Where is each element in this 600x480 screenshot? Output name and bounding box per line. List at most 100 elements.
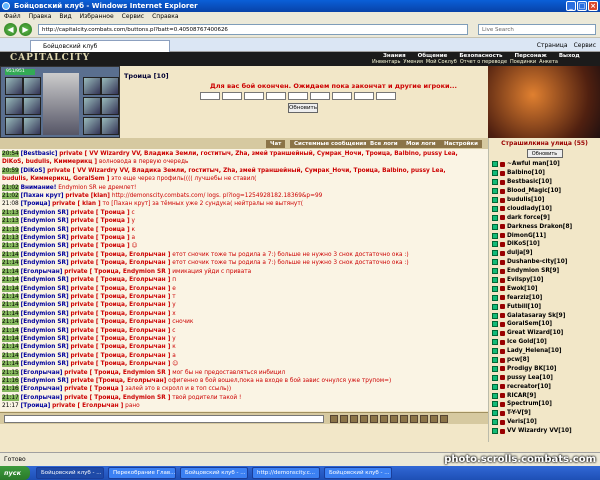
user-list-item[interactable]: dark force[9] (489, 213, 600, 222)
tab-all-logs[interactable]: Все логи (366, 140, 402, 148)
private-message-icon[interactable] (492, 419, 498, 426)
strike-slot[interactable] (222, 92, 242, 100)
user-list-item[interactable]: pussy Lea[10] (489, 373, 600, 382)
private-message-icon[interactable] (492, 268, 498, 275)
chat-nick[interactable]: [Endymion SR] (21, 361, 69, 367)
item-slot[interactable] (23, 77, 41, 95)
tool-icon[interactable] (340, 415, 348, 423)
private-message-icon[interactable] (492, 348, 498, 355)
private-message-icon[interactable] (492, 383, 498, 390)
chat-nick[interactable]: [Endymion SR] (21, 328, 69, 334)
page-menu[interactable]: Страница (537, 41, 568, 50)
user-list-item[interactable]: Veris[10] (489, 418, 600, 427)
chat-nick[interactable]: [Endymion SR] (21, 227, 69, 233)
private-message-icon[interactable] (492, 294, 498, 301)
private-message-icon[interactable] (492, 374, 498, 381)
strike-slot[interactable] (288, 92, 308, 100)
tab-combats[interactable]: Бойцовский клуб (30, 40, 170, 52)
private-message-icon[interactable] (492, 428, 498, 435)
strike-slot[interactable] (354, 92, 374, 100)
subnav-fights[interactable]: Поединки (510, 59, 536, 65)
task-button[interactable]: Бойцовский клуб - ... (324, 467, 392, 479)
private-message-icon[interactable] (492, 410, 498, 417)
item-slot[interactable] (101, 97, 119, 115)
chat-nick[interactable]: [Endymion SR] (21, 336, 69, 342)
private-message-icon[interactable] (492, 250, 498, 257)
chat-nick[interactable]: [Пахан крут] (21, 193, 64, 199)
chat-nick[interactable]: [Endymion SR] (21, 286, 69, 292)
chat-nick[interactable]: [Троица] (21, 201, 51, 207)
private-message-icon[interactable] (492, 312, 498, 319)
strike-slot[interactable] (310, 92, 330, 100)
tab-chat[interactable]: Чат (266, 140, 286, 148)
menu-file[interactable]: Файл (4, 12, 21, 21)
task-button[interactable]: Бойцовский клуб - ... (36, 467, 104, 479)
private-message-icon[interactable] (492, 232, 498, 239)
user-list-item[interactable]: Bestbasic[10] (489, 178, 600, 187)
user-list-item[interactable]: Galatasaray Sk[9] (489, 311, 600, 320)
private-message-icon[interactable] (492, 205, 498, 212)
address-input[interactable]: http://capitalcity.combats.com/buttons.p… (38, 24, 468, 35)
user-list-item[interactable]: Spectrum[10] (489, 400, 600, 409)
tool-icon[interactable] (410, 415, 418, 423)
chat-nick[interactable]: [Endymion SR] (21, 353, 69, 359)
chat-nick[interactable]: [Еголрычан] (21, 269, 63, 275)
item-slot[interactable] (83, 77, 101, 95)
strike-slot[interactable] (266, 92, 286, 100)
subnav-inventory[interactable]: Инвентарь (372, 59, 400, 65)
minimize-button[interactable]: _ (566, 1, 576, 11)
user-list-item[interactable]: Balbino[10] (489, 169, 600, 178)
private-message-icon[interactable] (492, 259, 498, 266)
user-list-item[interactable]: Evilspy[10] (489, 276, 600, 285)
chat-nick[interactable]: [Троица] (21, 403, 51, 409)
chat-nick[interactable]: [Bestbasic] (21, 151, 58, 157)
chat-nick[interactable]: [Endymion SR] (21, 235, 69, 241)
chat-nick[interactable]: [Endymion SR] (21, 311, 69, 317)
back-button[interactable]: ◀ (4, 23, 17, 36)
tool-icon[interactable] (350, 415, 358, 423)
private-message-icon[interactable] (492, 357, 498, 364)
user-list-item[interactable]: recreator[10] (489, 382, 600, 391)
maximize-button[interactable]: □ (577, 1, 587, 11)
private-message-icon[interactable] (492, 170, 498, 177)
chat-nick[interactable]: [Endymion SR] (21, 294, 69, 300)
private-message-icon[interactable] (492, 277, 498, 284)
private-message-icon[interactable] (492, 401, 498, 408)
user-list-item[interactable]: T-Y-V[9] (489, 409, 600, 418)
strike-slot[interactable] (376, 92, 396, 100)
chat-nick[interactable]: [Endymion SR] (21, 277, 69, 283)
user-list-item[interactable]: cloudlady[10] (489, 204, 600, 213)
task-button[interactable]: Перекобрание Глав... (108, 467, 176, 479)
user-list-item[interactable]: Prodigy BK[10] (489, 364, 600, 373)
private-message-icon[interactable] (492, 161, 498, 168)
users-refresh-button[interactable]: Обновить (526, 149, 563, 158)
player-name[interactable]: Троица [10] (124, 72, 169, 80)
user-list-item[interactable]: DimonG[11] (489, 231, 600, 240)
close-button[interactable]: × (588, 1, 598, 11)
chat-nick[interactable]: [Endymion SR] (21, 378, 69, 384)
menu-tools[interactable]: Сервис (122, 12, 144, 21)
tool-icon[interactable] (430, 415, 438, 423)
private-message-icon[interactable] (492, 303, 498, 310)
private-message-icon[interactable] (492, 392, 498, 399)
user-list-item[interactable]: DiKoS[10] (489, 240, 600, 249)
private-message-icon[interactable] (492, 321, 498, 328)
search-input[interactable]: Live Search (478, 24, 596, 35)
menu-help[interactable]: Справка (152, 12, 178, 21)
item-slot[interactable] (23, 97, 41, 115)
private-message-icon[interactable] (492, 188, 498, 195)
user-list-item[interactable]: dulja[9] (489, 249, 600, 258)
chat-input[interactable] (4, 415, 324, 423)
user-list-item[interactable]: Endymion SR[9] (489, 267, 600, 276)
private-message-icon[interactable] (492, 179, 498, 186)
item-slot[interactable] (83, 117, 101, 135)
tool-icon[interactable] (400, 415, 408, 423)
item-slot[interactable] (5, 77, 23, 95)
chat-nick[interactable]: [Endymion SR] (21, 344, 69, 350)
private-message-icon[interactable] (492, 285, 498, 292)
user-list-item[interactable]: pcw[8] (489, 356, 600, 365)
chat-nick[interactable]: [Endymion SR] (21, 210, 69, 216)
strike-slot[interactable] (200, 92, 220, 100)
user-list-item[interactable]: Lady_Helena[10] (489, 347, 600, 356)
chat-nick[interactable]: [DiKoS] (21, 168, 46, 174)
